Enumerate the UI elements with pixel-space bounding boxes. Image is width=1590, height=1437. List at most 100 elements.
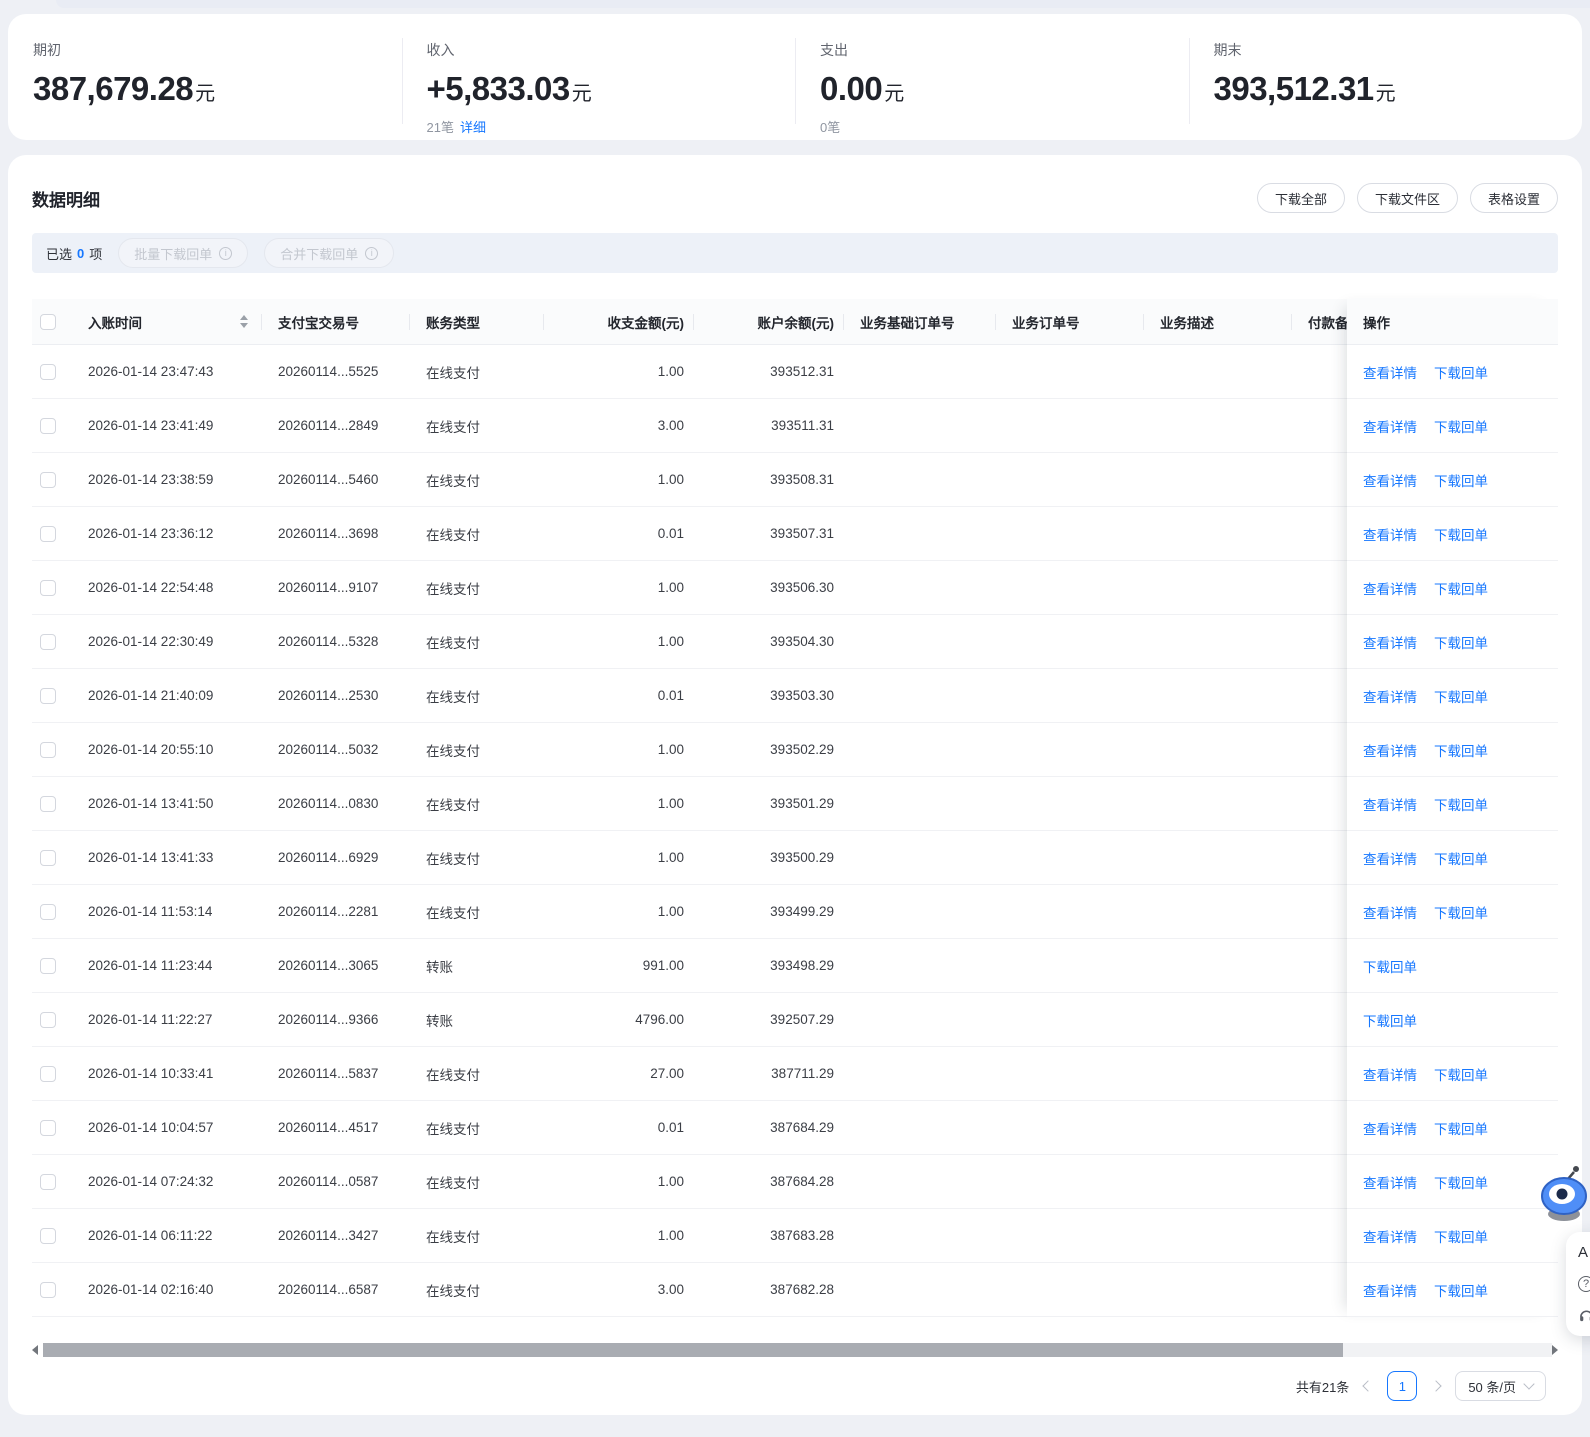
scroll-right-arrow-icon[interactable] [1552, 1345, 1558, 1355]
view-detail-link[interactable]: 查看详情 [1363, 1172, 1417, 1192]
download-receipt-link[interactable]: 下载回单 [1434, 848, 1488, 868]
cell-base-order [844, 453, 996, 506]
page-size-select[interactable]: 50 条/页 [1455, 1371, 1546, 1401]
download-receipt-link[interactable]: 下载回单 [1434, 794, 1488, 814]
row-checkbox[interactable] [40, 418, 56, 434]
download-receipt-link[interactable]: 下载回单 [1434, 1226, 1488, 1246]
row-checkbox[interactable] [40, 634, 56, 650]
help-icon[interactable]: ? [1578, 1276, 1590, 1292]
row-checkbox[interactable] [40, 1174, 56, 1190]
view-detail-link[interactable]: 查看详情 [1363, 794, 1417, 814]
cell-txn-id: 20260114...5525 [262, 345, 410, 398]
row-checkbox-cell [32, 453, 72, 506]
download-settings-button[interactable]: 表格设置 [1470, 183, 1558, 213]
row-checkbox[interactable] [40, 904, 56, 920]
cell-time: 2026-01-14 22:54:48 [72, 561, 262, 614]
page-number-button[interactable]: 1 [1387, 1371, 1417, 1401]
cell-description [1144, 939, 1292, 992]
row-checkbox[interactable] [40, 526, 56, 542]
view-detail-link[interactable]: 查看详情 [1363, 848, 1417, 868]
cell-amount: 1.00 [544, 831, 694, 884]
cell-type: 在线支付 [410, 1047, 544, 1100]
cell-time: 2026-01-14 23:41:49 [72, 399, 262, 452]
row-checkbox[interactable] [40, 1120, 56, 1136]
row-checkbox[interactable] [40, 364, 56, 380]
view-detail-link[interactable]: 查看详情 [1363, 524, 1417, 544]
row-actions: 下载回单 [1347, 993, 1558, 1047]
download-receipt-link[interactable]: 下载回单 [1434, 416, 1488, 436]
row-checkbox[interactable] [40, 742, 56, 758]
view-detail-link[interactable]: 查看详情 [1363, 416, 1417, 436]
download-receipt-link[interactable]: 下载回单 [1434, 1064, 1488, 1084]
row-checkbox[interactable] [40, 958, 56, 974]
row-checkbox[interactable] [40, 1012, 56, 1028]
cell-order [996, 669, 1144, 722]
row-checkbox[interactable] [40, 796, 56, 812]
view-detail-link[interactable]: 查看详情 [1363, 470, 1417, 490]
row-actions: 查看详情 下载回单 [1347, 669, 1558, 723]
headset-icon[interactable] [1578, 1307, 1590, 1324]
row-checkbox[interactable] [40, 1282, 56, 1298]
cell-amount: 1.00 [544, 723, 694, 776]
view-detail-link[interactable]: 查看详情 [1363, 1226, 1417, 1246]
scroll-left-arrow-icon[interactable] [32, 1345, 38, 1355]
view-detail-link[interactable]: 查看详情 [1363, 1280, 1417, 1300]
scrollbar-thumb[interactable] [43, 1343, 1343, 1357]
column-header-order: 业务订单号 [996, 299, 1144, 344]
batch-download-button[interactable]: 批量下载回单 i [118, 238, 248, 268]
view-detail-link[interactable]: 查看详情 [1363, 362, 1417, 382]
download-receipt-link[interactable]: 下载回单 [1434, 524, 1488, 544]
download-receipt-link[interactable]: 下载回单 [1434, 632, 1488, 652]
row-checkbox[interactable] [40, 850, 56, 866]
cell-balance: 393504.30 [694, 615, 844, 668]
download-receipt-link[interactable]: 下载回单 [1434, 470, 1488, 490]
robot-icon[interactable] [1540, 1164, 1590, 1224]
row-checkbox[interactable] [40, 1228, 56, 1244]
table-row: 2026-01-14 23:41:49 20260114...2849 在线支付… [32, 399, 1558, 453]
cell-description [1144, 993, 1292, 1046]
cell-description [1144, 507, 1292, 560]
download-settings-button[interactable]: 下载文件区 [1357, 183, 1458, 213]
download-receipt-link[interactable]: 下载回单 [1434, 1118, 1488, 1138]
download-receipt-link[interactable]: 下载回单 [1434, 578, 1488, 598]
summary-detail-link[interactable]: 详细 [460, 120, 486, 135]
view-detail-link[interactable]: 查看详情 [1363, 902, 1417, 922]
download-receipt-link[interactable]: 下载回单 [1434, 686, 1488, 706]
view-detail-link[interactable]: 查看详情 [1363, 1064, 1417, 1084]
download-receipt-link[interactable]: 下载回单 [1363, 956, 1417, 976]
download-receipt-link[interactable]: 下载回单 [1434, 1280, 1488, 1300]
cell-description [1144, 1209, 1292, 1262]
cell-type: 在线支付 [410, 1155, 544, 1208]
scrollbar-track[interactable] [1343, 1343, 1552, 1357]
download-receipt-link[interactable]: 下载回单 [1434, 740, 1488, 760]
download-receipt-link[interactable]: 下载回单 [1434, 902, 1488, 922]
download-settings-button[interactable]: 下载全部 [1257, 183, 1345, 213]
row-checkbox[interactable] [40, 472, 56, 488]
table-body: 2026-01-14 23:47:43 20260114...5525 在线支付… [32, 345, 1558, 1317]
row-checkbox[interactable] [40, 1066, 56, 1082]
download-receipt-link[interactable]: 下载回单 [1434, 362, 1488, 382]
view-detail-link[interactable]: 查看详情 [1363, 686, 1417, 706]
cell-amount: 1.00 [544, 615, 694, 668]
cell-time: 2026-01-14 10:33:41 [72, 1047, 262, 1100]
download-receipt-link[interactable]: 下载回单 [1363, 1010, 1417, 1030]
chevron-down-icon [1523, 1378, 1534, 1389]
row-checkbox[interactable] [40, 580, 56, 596]
cell-order [996, 1101, 1144, 1154]
sort-icon[interactable] [240, 315, 248, 328]
view-detail-link[interactable]: 查看详情 [1363, 740, 1417, 760]
column-header-description: 业务描述 [1144, 299, 1292, 344]
view-detail-link[interactable]: 查看详情 [1363, 578, 1417, 598]
row-actions: 查看详情 下载回单 [1347, 831, 1558, 885]
view-detail-link[interactable]: 查看详情 [1363, 1118, 1417, 1138]
row-checkbox[interactable] [40, 688, 56, 704]
select-all-checkbox[interactable] [40, 314, 56, 330]
prev-page-icon[interactable] [1363, 1380, 1374, 1391]
download-receipt-link[interactable]: 下载回单 [1434, 1172, 1488, 1192]
merge-download-button[interactable]: 合并下载回单 i [264, 238, 394, 268]
next-page-icon[interactable] [1431, 1380, 1442, 1391]
row-checkbox-cell [32, 885, 72, 938]
table-row: 2026-01-14 06:11:22 20260114...3427 在线支付… [32, 1209, 1558, 1263]
cell-order [996, 1155, 1144, 1208]
view-detail-link[interactable]: 查看详情 [1363, 632, 1417, 652]
